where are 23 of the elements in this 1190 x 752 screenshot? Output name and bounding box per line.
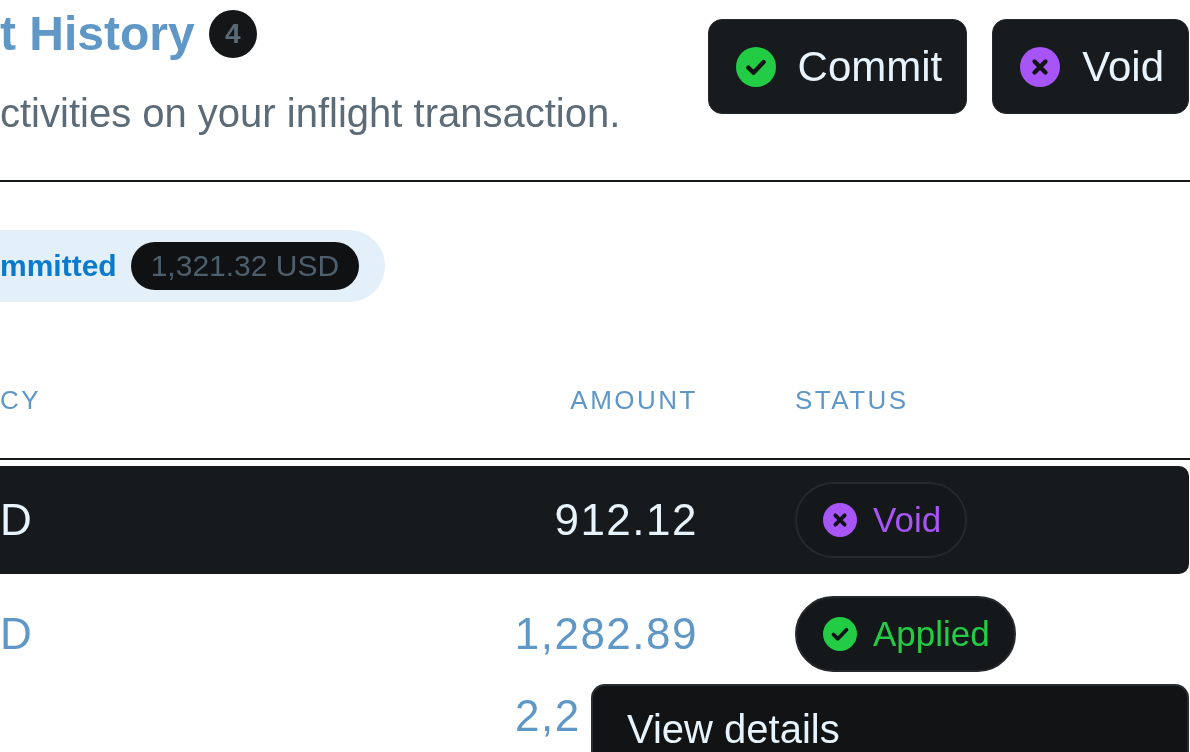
amount-cell: 1,282.89: [514, 609, 698, 659]
void-button[interactable]: Void: [992, 19, 1189, 114]
currency-cell: D: [0, 495, 32, 545]
page-title: t History: [0, 7, 195, 61]
check-circle-icon: [735, 46, 776, 87]
table-row[interactable]: D 912.12 Void: [0, 466, 1189, 574]
count-badge: 4: [208, 10, 257, 58]
check-circle-icon: [823, 617, 857, 651]
currency-cell: D: [0, 609, 32, 659]
x-circle-icon: [823, 503, 857, 537]
amount-cell: 912.12: [554, 495, 698, 545]
summary-label: mmitted: [0, 249, 117, 283]
menu-item[interactable]: View details: [593, 686, 1187, 752]
column-header: CY: [0, 385, 43, 415]
status-label: Void: [873, 500, 942, 540]
amount-badge: 1,321.32 USD: [130, 242, 360, 290]
column-header: AMOUNT: [569, 385, 698, 415]
table-row[interactable]: D 1,282.89 Applied: [0, 580, 1189, 688]
commit-button[interactable]: Commit: [707, 19, 968, 114]
page-subtitle: ctivities on your inflight transaction.: [0, 90, 621, 136]
x-circle-icon: [1020, 46, 1061, 87]
column-header: STATUS: [795, 385, 909, 415]
status-label: Applied: [873, 614, 990, 654]
